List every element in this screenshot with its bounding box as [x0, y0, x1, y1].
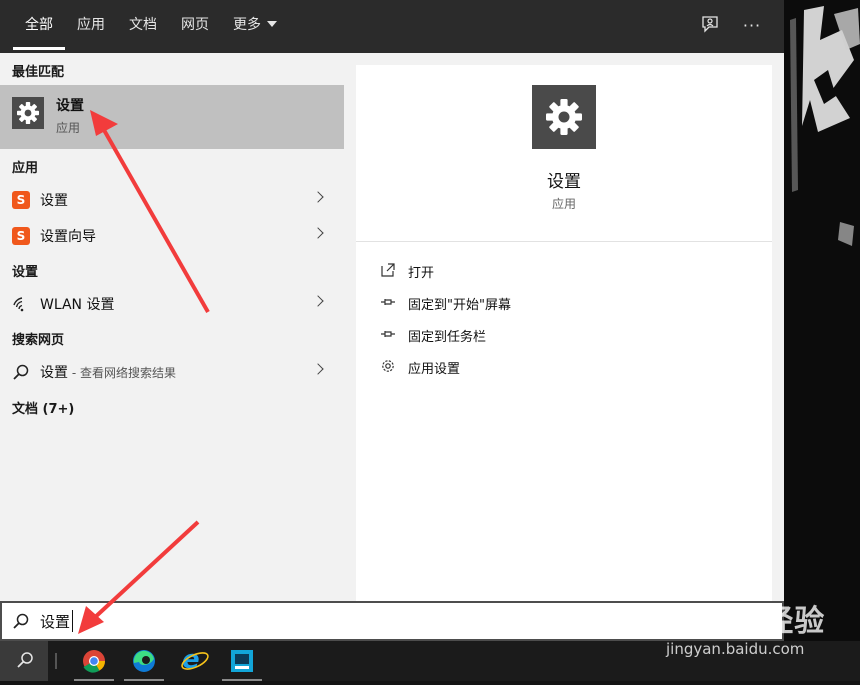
arrow-to-search-box	[78, 520, 200, 634]
arrow-to-best-match	[90, 110, 210, 313]
annotation-arrows	[78, 110, 210, 634]
